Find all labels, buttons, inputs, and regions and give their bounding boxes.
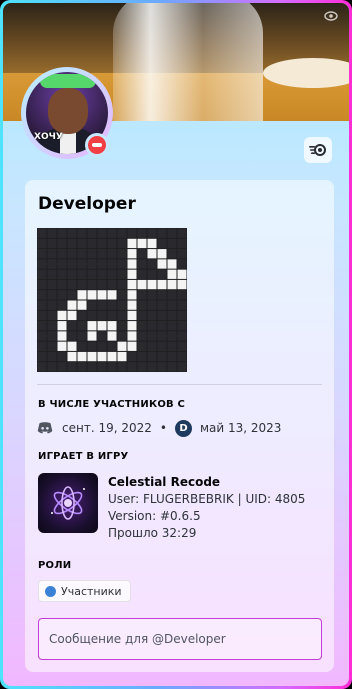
profile-card: ХОЧУ Developer В ЧИСЛЕ УЧАСТНИКОВ С сент…: [3, 3, 349, 686]
game-details: User: FLUGERBEBRIK | UID: 4805: [108, 492, 306, 506]
server-member-since: май 13, 2023: [199, 421, 282, 435]
activity-details: Celestial Recode User: FLUGERBEBRIK | UI…: [108, 474, 305, 542]
activity-title: ИГРАЕТ В ИГРУ: [38, 451, 129, 462]
server-icon[interactable]: D: [174, 419, 192, 437]
game-elapsed: Прошло 32:29: [108, 526, 197, 540]
member-since-row: сент. 19, 2022 • D май 13, 2023: [37, 418, 281, 438]
banner-glass: [113, 3, 263, 121]
username[interactable]: Developer: [38, 194, 136, 214]
message-placeholder: Сообщение для @Developer: [49, 632, 226, 646]
pixel-art-image: [37, 228, 187, 372]
member-since-title: В ЧИСЛЕ УЧАСТНИКОВ С: [38, 399, 186, 410]
role-name: Участники: [61, 584, 122, 598]
message-input[interactable]: Сообщение для @Developer: [38, 618, 322, 660]
bullet-separator: •: [159, 421, 167, 435]
divider: [37, 384, 322, 385]
profile-popout: ХОЧУ Developer В ЧИСЛЕ УЧАСТНИКОВ С сент…: [0, 0, 352, 689]
avatar-face: [48, 88, 88, 134]
role-chip[interactable]: Участники: [38, 580, 131, 602]
discord-member-since: сент. 19, 2022: [62, 421, 152, 435]
game-art-image[interactable]: [38, 473, 98, 533]
roles-title: РОЛИ: [38, 560, 72, 571]
dnd-status-icon: [85, 133, 109, 157]
game-version: Version: #0.6.5: [108, 509, 201, 523]
eye-icon[interactable]: [323, 9, 339, 25]
discord-icon: [37, 422, 53, 434]
game-name: Celestial Recode: [108, 475, 221, 489]
role-color-dot: [45, 585, 56, 597]
avatar-hat: [40, 74, 96, 88]
nitro-boost-icon[interactable]: [304, 137, 332, 163]
profile-info-panel: Developer В ЧИСЛЕ УЧАСТНИКОВ С сент. 19,…: [25, 180, 334, 672]
